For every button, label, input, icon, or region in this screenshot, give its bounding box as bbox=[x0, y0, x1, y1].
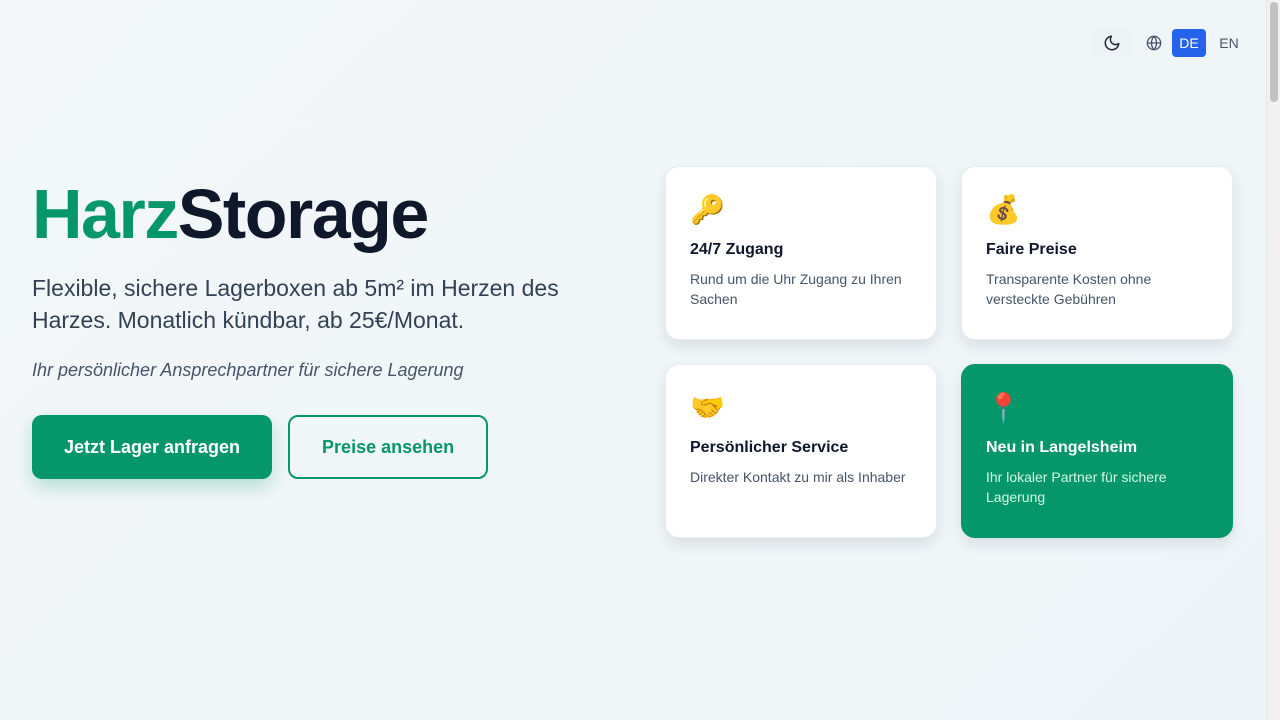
globe-icon bbox=[1142, 29, 1166, 57]
money-bag-icon: 💰 bbox=[986, 194, 1021, 225]
lang-de-button[interactable]: DE bbox=[1172, 29, 1206, 57]
moon-icon bbox=[1104, 35, 1120, 51]
brand-logo: HarzStorage bbox=[32, 172, 592, 256]
feature-card-prices: 💰 Faire Preise Transparente Kosten ohne … bbox=[961, 166, 1233, 340]
pin-icon: 📍 bbox=[986, 392, 1021, 423]
logo-storage: Storage bbox=[177, 175, 430, 253]
feature-desc: Transparente Kosten ohne versteckte Gebü… bbox=[986, 271, 1152, 307]
key-icon: 🔑 bbox=[690, 194, 725, 225]
hero-actions: Jetzt Lager anfragen Preise ansehen bbox=[32, 415, 592, 479]
feature-card-access: 🔑 24/7 Zugang Rund um die Uhr Zugang zu … bbox=[665, 166, 937, 340]
feature-card-service: 🤝 Persönlicher Service Direkter Kontakt … bbox=[665, 364, 937, 538]
lang-en-button[interactable]: EN bbox=[1212, 29, 1246, 57]
hero-section: HarzStorage Flexible, sichere Lagerboxen… bbox=[32, 172, 592, 479]
logo-harz: Harz bbox=[32, 175, 179, 253]
feature-card-location: 📍 Neu in Langelsheim Ihr lokaler Partner… bbox=[961, 364, 1233, 538]
feature-desc: Ihr lokaler Partner für sichere Lagerung bbox=[986, 469, 1167, 505]
top-bar: DE EN bbox=[1092, 28, 1246, 58]
feature-cards: 🔑 24/7 Zugang Rund um die Uhr Zugang zu … bbox=[665, 166, 1233, 538]
handshake-icon: 🤝 bbox=[690, 392, 725, 423]
scrollbar-thumb[interactable] bbox=[1270, 2, 1278, 102]
feature-title: Neu in Langelsheim bbox=[986, 439, 1138, 456]
theme-toggle-button[interactable] bbox=[1092, 28, 1132, 58]
view-prices-button[interactable]: Preise ansehen bbox=[288, 415, 489, 479]
hero-tagline: Ihr persönlicher Ansprechpartner für sic… bbox=[32, 360, 464, 380]
feature-title: Persönlicher Service bbox=[690, 439, 849, 456]
scrollbar[interactable] bbox=[1266, 0, 1280, 720]
feature-desc: Direkter Kontakt zu mir als Inhaber bbox=[690, 469, 906, 485]
feature-title: 24/7 Zugang bbox=[690, 241, 784, 258]
feature-title: Faire Preise bbox=[986, 241, 1077, 258]
request-storage-button[interactable]: Jetzt Lager anfragen bbox=[32, 415, 273, 479]
hero-lead: Flexible, sichere Lagerboxen ab 5m² im H… bbox=[32, 275, 559, 333]
feature-desc: Rund um die Uhr Zugang zu Ihren Sachen bbox=[690, 271, 902, 307]
